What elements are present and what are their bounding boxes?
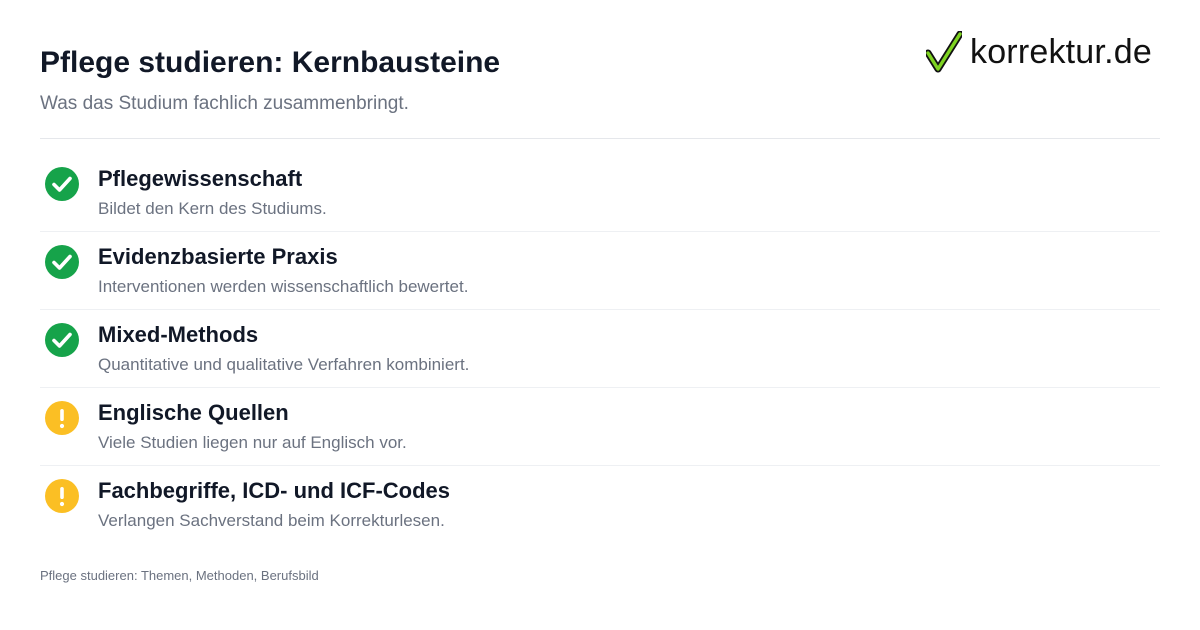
list-item-title: Pflegewissenschaft (98, 166, 303, 191)
list-item-description: Viele Studien liegen nur auf Englisch vo… (98, 433, 407, 452)
footer-caption: Pflege studieren: Themen, Methoden, Beru… (40, 568, 319, 583)
feature-list: Pflegewissenschaft Bildet den Kern des S… (40, 154, 1160, 544)
list-item-title: Mixed-Methods (98, 322, 259, 347)
list-item: Evidenzbasierte Praxis Interventionen we… (40, 232, 1160, 310)
list-item-description: Quantitative und qualitative Verfahren k… (98, 355, 470, 374)
list-item-description: Bildet den Kern des Studiums. (98, 199, 327, 218)
list-item: Pflegewissenschaft Bildet den Kern des S… (40, 154, 1160, 232)
header-divider (40, 138, 1160, 139)
list-item-title: Evidenzbasierte Praxis (98, 244, 338, 269)
list-item-description: Verlangen Sachverstand beim Korrekturles… (98, 511, 445, 530)
page-title: Pflege studieren: Kernbausteine (40, 46, 501, 79)
list-item-description: Interventionen werden wissenschaftlich b… (98, 277, 469, 296)
list-item: Mixed-Methods Quantitative und qualitati… (40, 310, 1160, 388)
page-subtitle: Was das Studium fachlich zusammenbringt. (40, 93, 409, 114)
list-item: Englische Quellen Viele Studien liegen n… (40, 388, 1160, 466)
list-item-title: Fachbegriffe, ICD- und ICF-Codes (98, 478, 450, 503)
brand-logo[interactable]: korrektur.de (926, 30, 1152, 74)
check-circle-icon (44, 244, 80, 280)
warning-circle-icon (44, 478, 80, 514)
page: Pflege studieren: Kernbausteine Was das … (0, 0, 1200, 630)
check-circle-icon (44, 166, 80, 202)
list-item-title: Englische Quellen (98, 400, 289, 425)
checkmark-logo-icon (926, 31, 962, 73)
brand-logo-text: korrektur.de (970, 33, 1152, 71)
list-item: Fachbegriffe, ICD- und ICF-Codes Verlang… (40, 466, 1160, 544)
check-circle-icon (44, 322, 80, 358)
warning-circle-icon (44, 400, 80, 436)
